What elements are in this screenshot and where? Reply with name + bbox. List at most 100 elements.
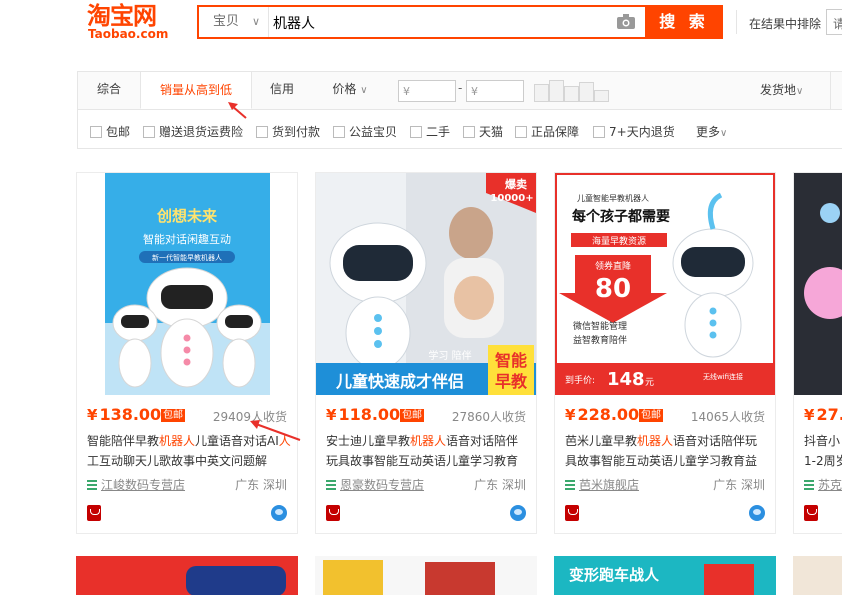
more-filters-button[interactable]: 更多∨ [696, 123, 727, 140]
product-image[interactable]: 儿童智能早教机器人 每个孩子都需要 海量早教资源 领券直降 80 微信智能管理 … [555, 173, 775, 395]
product-title[interactable]: 抖音小 1-2周岁 [804, 431, 842, 471]
product-image[interactable] [793, 556, 842, 595]
tab-sales-sort[interactable]: 销量从高到低 [140, 71, 252, 109]
filter-free-shipping[interactable]: 包邮 [90, 123, 130, 140]
deal-count: 14065人收货 [690, 410, 765, 424]
checkbox[interactable] [463, 126, 475, 138]
wangwang-chat-icon[interactable] [749, 505, 765, 521]
checkbox[interactable] [515, 126, 527, 138]
pic-small: 学习 陪伴 [428, 349, 471, 362]
tmall-icon[interactable] [565, 505, 579, 521]
filter-label: 7+天内退货 [609, 125, 675, 139]
title-highlight: 机器人 [410, 434, 447, 448]
title-text: 具故事智能互动英语儿童学习教育益 [565, 454, 758, 468]
shop-link[interactable]: 苏克 [804, 476, 842, 493]
logo-text-en: Taobao.com [88, 27, 169, 41]
ship-from-select[interactable]: 发货地∨ [760, 71, 803, 109]
product-card[interactable] [793, 556, 842, 595]
price-bar[interactable] [534, 84, 549, 102]
tab-price-sort[interactable]: 价格 ∨ [312, 71, 388, 109]
filter-bar: 包邮 赠送退货运费险 货到付款 公益宝贝 二手 天猫 正品保障 7+天内退货 更… [77, 109, 842, 149]
pic-hot-num: 10000+ [490, 193, 533, 204]
checkbox[interactable] [333, 126, 345, 138]
divider [736, 10, 737, 34]
chevron-down-icon: ∨ [360, 85, 368, 96]
product-card[interactable] [76, 556, 298, 595]
shop-icon [804, 480, 814, 490]
product-card[interactable]: 变形跑车战人 [554, 556, 776, 595]
shop-link[interactable]: 恩豪数码专营店 [326, 476, 424, 493]
pic-headline: 每个孩子都需要 [572, 208, 670, 225]
checkbox[interactable] [143, 126, 155, 138]
wangwang-chat-icon[interactable] [510, 505, 526, 521]
deal-count: 27860人收货 [451, 410, 526, 424]
product-image[interactable]: 儿童快速成才伴侣 智能 早教 学习 陪伴 爆卖 10000+ [316, 173, 536, 395]
refine-label: 在结果中排除 [749, 17, 822, 31]
product-card[interactable]: ¥27. 抖音小 1-2周岁 苏克 [793, 172, 842, 534]
filter-authentic[interactable]: 正品保障 [515, 123, 579, 140]
tab-default-sort[interactable]: 综合 [78, 71, 140, 109]
product-image[interactable] [794, 173, 842, 395]
filter-return-insurance[interactable]: 赠送退货运费险 [143, 123, 243, 140]
product-card[interactable]: 创想未来 智能对话闲趣互动 新一代智能早教机器人 ¥138.00 包邮 2940… [76, 172, 298, 534]
filter-cod[interactable]: 货到付款 [256, 123, 320, 140]
title-text: 工互动聊天儿歌故事中英文问题解 [87, 454, 268, 468]
pic-coupon: 领券直降 [595, 260, 631, 272]
filter-7day-return[interactable]: 7+天内退货 [593, 123, 675, 140]
tmall-icon[interactable] [87, 505, 101, 521]
price-bar[interactable] [564, 86, 579, 102]
title-text: 抖音小 [804, 434, 841, 448]
product-price: ¥118.00 [326, 405, 400, 424]
product-image[interactable] [76, 556, 298, 595]
pic-slogan: 儿童快速成才伴侣 [335, 372, 464, 391]
price-bar[interactable] [549, 80, 564, 102]
product-price: ¥138.00 [87, 405, 161, 424]
product-card[interactable]: 儿童智能早教机器人 每个孩子都需要 海量早教资源 领券直降 80 微信智能管理 … [554, 172, 776, 534]
checkbox[interactable] [256, 126, 268, 138]
filter-tmall[interactable]: 天猫 [463, 123, 503, 140]
product-title[interactable]: 智能陪伴早教机器人儿童语音对话AI人工互动聊天儿歌故事中英文问题解 [87, 431, 291, 471]
product-title[interactable]: 芭米儿童早教机器人语音对话陪伴玩具故事智能互动英语儿童学习教育益 [565, 431, 769, 471]
tmall-icon[interactable] [804, 505, 818, 521]
price-bar[interactable] [594, 90, 609, 102]
search-scope-label: 宝贝 [213, 14, 240, 29]
pic-banner: 创想未来 [156, 207, 218, 225]
taobao-logo[interactable]: 淘宝网 Taobao.com [87, 2, 182, 42]
product-title[interactable]: 安士迪儿童早教机器人语音对话陪伴玩具故事智能互动英语儿童学习教育 [326, 431, 530, 471]
tab-credit-sort[interactable]: 信用 [252, 71, 312, 109]
product-image[interactable]: 变形跑车战人 [554, 556, 776, 595]
shop-link[interactable]: 江峻数码专营店 [87, 476, 185, 493]
wangwang-chat-icon[interactable] [271, 505, 287, 521]
checkbox[interactable] [90, 126, 102, 138]
price-bar[interactable] [579, 82, 594, 102]
price-distribution-bars[interactable] [534, 80, 610, 102]
tmall-icon[interactable] [326, 505, 340, 521]
shop-icon [565, 480, 575, 490]
search-input[interactable] [273, 13, 603, 33]
pic-feature2: 益智教育陪伴 [573, 334, 627, 346]
search-button[interactable]: 搜 索 [645, 5, 723, 39]
product-card[interactable]: 儿童快速成才伴侣 智能 早教 学习 陪伴 爆卖 10000+ ¥118.00 包… [315, 172, 537, 534]
title-highlight: 机器人 [159, 434, 196, 448]
product-image[interactable] [315, 556, 537, 595]
price-min-input[interactable]: ¥ [398, 80, 456, 102]
refine-input[interactable]: 请 [826, 9, 842, 35]
price-value: 228.00 [577, 405, 640, 424]
pic-tag: 新一代智能早教机器人 [152, 253, 222, 262]
product-image[interactable]: 创想未来 智能对话闲趣互动 新一代智能早教机器人 [77, 173, 297, 395]
price-max-input[interactable]: ¥ [466, 80, 524, 102]
shop-location: 广东 深圳 [235, 478, 287, 492]
checkbox[interactable] [410, 126, 422, 138]
product-card[interactable] [315, 556, 537, 595]
camera-icon[interactable] [617, 14, 635, 29]
filter-secondhand[interactable]: 二手 [410, 123, 450, 140]
checkbox[interactable] [593, 126, 605, 138]
filter-label: 包邮 [106, 125, 131, 139]
pic-hand-price: 148 [607, 369, 645, 390]
product-price: ¥228.00 [565, 405, 639, 424]
pic-subtitle: 智能对话闲趣互动 [143, 232, 231, 246]
search-scope-select[interactable]: 宝贝 ∨ [199, 7, 269, 37]
filter-charity[interactable]: 公益宝贝 [333, 123, 397, 140]
pic-resource: 海量早教资源 [592, 235, 646, 247]
shop-link[interactable]: 芭米旗舰店 [565, 476, 639, 493]
